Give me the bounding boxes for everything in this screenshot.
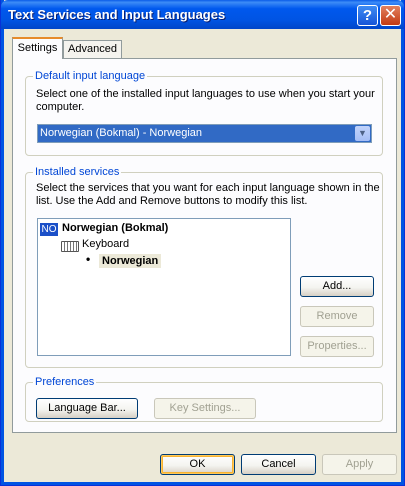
default-language-description-2: computer. (36, 101, 85, 113)
bullet-icon: • (86, 252, 91, 266)
ok-button[interactable]: OK (160, 454, 235, 475)
help-icon: ? (362, 7, 373, 24)
keyboard-icon (61, 241, 79, 252)
remove-button[interactable]: Remove (300, 306, 374, 327)
default-language-value: Norwegian (Bokmal) - Norwegian (40, 127, 203, 139)
installed-services-description-2: list. Use the Add and Remove buttons to … (36, 195, 308, 207)
properties-button[interactable]: Properties... (300, 336, 374, 357)
help-button[interactable]: ? (357, 5, 378, 26)
installed-services-legend: Installed services (33, 166, 122, 178)
apply-button[interactable]: Apply (322, 454, 397, 475)
add-button[interactable]: Add... (300, 276, 374, 297)
close-icon: ✕ (383, 6, 398, 23)
dialog-window: Text Services and Input Languages ? ✕ Se… (0, 0, 405, 486)
tab-settings[interactable]: Settings (12, 37, 63, 59)
tab-advanced[interactable]: Advanced (63, 40, 122, 58)
default-language-description-1: Select one of the installed input langua… (36, 88, 375, 100)
key-settings-button[interactable]: Key Settings... (154, 398, 256, 419)
chevron-down-icon[interactable]: ▼ (355, 126, 370, 141)
default-language-legend: Default input language (33, 70, 148, 82)
title-bar[interactable]: Text Services and Input Languages ? ✕ (1, 0, 404, 29)
installed-services-description-1: Select the services that you want for ea… (36, 182, 380, 194)
installed-services-tree[interactable]: NO Norwegian (Bokmal) Keyboard • Norwegi… (37, 218, 291, 356)
cancel-button[interactable]: Cancel (241, 454, 316, 475)
default-language-select[interactable]: Norwegian (Bokmal) - Norwegian ▼ (37, 124, 372, 143)
language-bar-button[interactable]: Language Bar... (36, 398, 138, 419)
preferences-legend: Preferences (33, 376, 97, 388)
window-title: Text Services and Input Languages (8, 7, 226, 22)
tree-layout-node[interactable]: Norwegian (99, 254, 162, 268)
close-button[interactable]: ✕ (380, 5, 401, 26)
tree-category-node[interactable]: Keyboard (82, 238, 129, 250)
language-abbr-icon: NO (40, 223, 58, 236)
default-language-group: Default input language Select one of the… (25, 70, 383, 156)
tree-language-node[interactable]: Norwegian (Bokmal) (62, 222, 168, 234)
